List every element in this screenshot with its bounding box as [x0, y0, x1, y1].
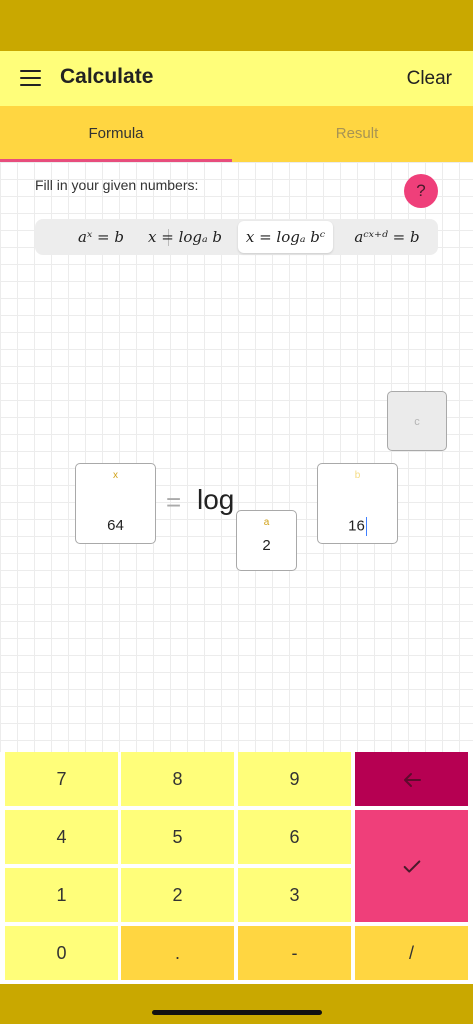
enter-key[interactable]: [355, 810, 468, 922]
formula-option-log[interactable]: x = logₐ b: [135, 221, 235, 253]
key-minus[interactable]: -: [238, 926, 351, 980]
key-8[interactable]: 8: [121, 752, 234, 806]
key-2[interactable]: 2: [121, 868, 234, 922]
key-3[interactable]: 3: [238, 868, 351, 922]
status-bar: [0, 0, 473, 51]
b-value: 16: [348, 517, 365, 535]
instruction-text: Fill in your given numbers:: [35, 177, 199, 193]
key-divide[interactable]: /: [355, 926, 468, 980]
formula-work-area: Fill in your given numbers: ? aˣ = b x =…: [0, 162, 473, 752]
hamburger-menu-icon[interactable]: [20, 70, 41, 86]
key-0[interactable]: 0: [5, 926, 118, 980]
home-indicator[interactable]: [152, 1010, 322, 1015]
numeric-keypad: 7 8 9 4 5 6 1 2 3 0 . - /: [0, 752, 473, 984]
app-title: Calculate: [60, 65, 154, 88]
formula-option-log-power[interactable]: x = logₐ bᶜ: [238, 221, 333, 253]
key-9[interactable]: 9: [238, 752, 351, 806]
bottom-bar: [0, 984, 473, 1024]
app-bar: Calculate Clear: [0, 51, 473, 106]
key-decimal[interactable]: .: [121, 926, 234, 980]
b-value-wrapper: 16: [318, 517, 397, 536]
tab-formula[interactable]: Formula: [0, 106, 232, 162]
base-a-label: a: [263, 517, 270, 528]
log-text: log: [197, 484, 235, 515]
arrow-left-icon: [403, 773, 421, 788]
base-a-value: 2: [262, 537, 271, 554]
formula-selector: aˣ = b x = logₐ b x = logₐ bᶜ aᶜˣ⁺ᵈ = b: [35, 219, 438, 255]
clear-button[interactable]: Clear: [407, 68, 452, 90]
key-5[interactable]: 5: [121, 810, 234, 864]
b-input[interactable]: b 16: [317, 463, 398, 544]
x-value: 64: [107, 517, 124, 534]
x-label: x: [113, 470, 118, 481]
tab-bar: Formula Result: [0, 106, 473, 162]
checkmark-icon: [403, 860, 420, 873]
b-label: b: [354, 470, 361, 481]
exponent-c-input[interactable]: c: [387, 391, 447, 451]
key-1[interactable]: 1: [5, 868, 118, 922]
x-input[interactable]: x 64: [75, 463, 156, 544]
base-a-input[interactable]: a 2: [236, 510, 297, 571]
key-6[interactable]: 6: [238, 810, 351, 864]
equals-sign: =: [166, 487, 182, 517]
exponent-c-label: c: [414, 416, 420, 428]
tab-result[interactable]: Result: [241, 106, 473, 162]
key-4[interactable]: 4: [5, 810, 118, 864]
backspace-key[interactable]: [355, 752, 468, 806]
formula-option-exponential-linear[interactable]: aᶜˣ⁺ᵈ = b: [339, 221, 435, 253]
text-caret: [365, 517, 367, 536]
key-7[interactable]: 7: [5, 752, 118, 806]
help-button[interactable]: ?: [404, 174, 438, 208]
